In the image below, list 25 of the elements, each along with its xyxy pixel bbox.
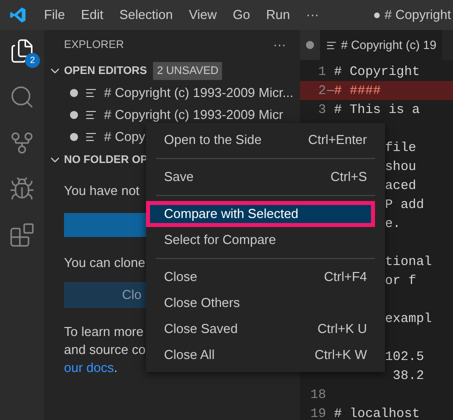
- code-line: exampl: [385, 310, 432, 328]
- code-line: shou: [385, 158, 416, 176]
- code-line: e.: [385, 214, 401, 233]
- info-text: You can clone: [64, 254, 146, 272]
- window-title: ● # Copyright: [373, 6, 452, 24]
- line-number: 19: [309, 404, 327, 420]
- line-number: 3: [317, 100, 327, 119]
- code-line: aced: [385, 176, 416, 195]
- line-number: 18: [309, 386, 327, 404]
- info-text: You have not: [64, 182, 140, 200]
- code-line: # This is a: [334, 100, 420, 119]
- code-line: # ####: [334, 82, 381, 100]
- badge: 2: [25, 53, 40, 68]
- unsaved-badge: 2 UNSAVED: [152, 62, 222, 80]
- code-line: # Copyright: [334, 62, 420, 81]
- line-number: 2: [300, 80, 334, 100]
- code-line: or f: [385, 272, 416, 290]
- code-line: 102.5: [385, 348, 424, 366]
- line-number: 1: [317, 62, 327, 81]
- code-line: P add: [385, 196, 424, 214]
- code-line: tional: [385, 252, 432, 271]
- code-line: # localhost: [334, 404, 420, 420]
- sidebar-title: EXPLORER: [64, 38, 124, 53]
- code-line: file: [385, 138, 416, 157]
- code-line: 38.2: [392, 366, 424, 385]
